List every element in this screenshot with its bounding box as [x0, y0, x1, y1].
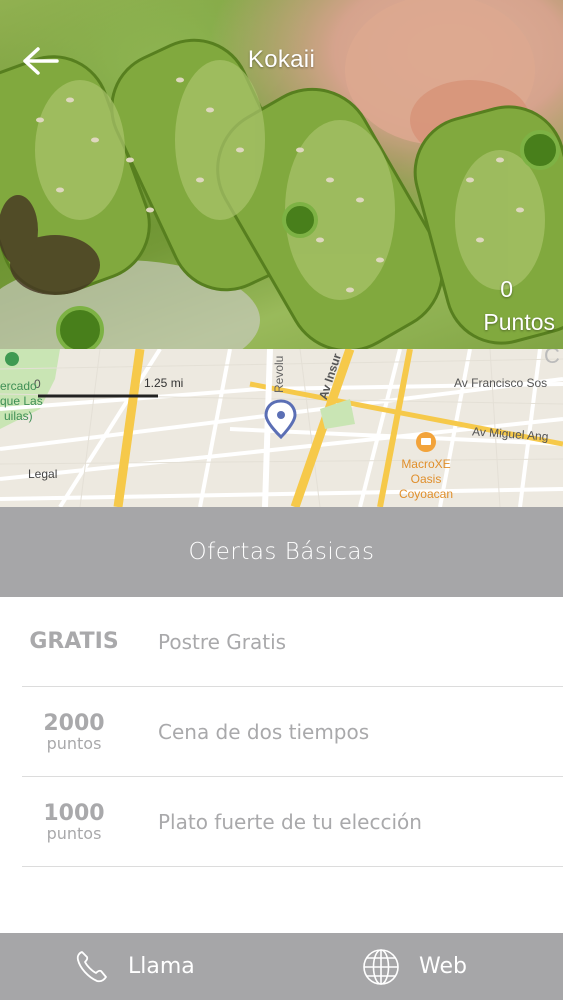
map-park-line-2: que Las: [0, 394, 43, 408]
offer-cost-unit: puntos: [46, 733, 102, 753]
map-corner-letter: C: [544, 349, 560, 368]
offer-cost: 1000 puntos: [22, 777, 126, 866]
call-label: Llama: [128, 954, 195, 979]
offer-cost-value: 1000: [43, 800, 105, 826]
offer-description: Cena de dos tiempos: [158, 719, 370, 744]
map-legal-link[interactable]: Legal: [28, 467, 57, 481]
points-value: 0: [500, 276, 513, 302]
globe-icon: [363, 948, 399, 985]
offers-section-header: Ofertas Básicas: [0, 507, 563, 597]
offer-description: Plato fuerte de tu elección: [158, 809, 422, 834]
phone-icon: [76, 950, 107, 982]
map-park-line-3: uilas): [4, 409, 33, 423]
hero-image: Kokaii 0 Puntos: [0, 0, 563, 349]
offer-cost: 2000 puntos: [22, 687, 126, 776]
location-map[interactable]: 0 1.25 mi Legal ercado que Las uilas) Re…: [0, 349, 563, 507]
call-button[interactable]: Llama: [74, 933, 195, 1000]
web-button[interactable]: Web: [361, 933, 467, 1000]
offer-item-cena[interactable]: 2000 puntos Cena de dos tiempos: [22, 687, 563, 777]
points-label: Puntos: [483, 309, 555, 335]
offer-cost-value: 2000: [43, 710, 105, 736]
map-park-line-1: ercado: [0, 379, 37, 393]
map-poi-line-2: Oasis: [410, 472, 442, 486]
map-poi-line-1: MacroXE: [401, 457, 451, 471]
map-poi-line-3: Coyoacan: [398, 487, 454, 501]
offer-description: Postre Gratis: [158, 629, 287, 654]
web-label: Web: [419, 954, 467, 979]
offer-cost-value: GRATIS: [29, 629, 119, 654]
points-display: 0 Puntos: [435, 276, 555, 336]
offer-cost-unit: puntos: [46, 823, 102, 843]
offer-cost: GRATIS: [22, 597, 126, 686]
page-title: Kokaii: [247, 46, 316, 73]
map-street-revolu: Revolu: [272, 355, 286, 393]
map-street-francisco: Av Francisco Sos: [454, 376, 548, 390]
action-bar: Llama Web: [0, 933, 563, 1000]
map-scale-label: 1.25 mi: [144, 376, 184, 390]
offer-item-postre[interactable]: GRATIS Postre Gratis: [22, 597, 563, 687]
offers-list: GRATIS Postre Gratis 2000 puntos Cena de…: [0, 597, 563, 867]
offers-section-title: Ofertas Básicas: [188, 539, 375, 565]
offer-item-plato[interactable]: 1000 puntos Plato fuerte de tu elección: [22, 777, 563, 867]
